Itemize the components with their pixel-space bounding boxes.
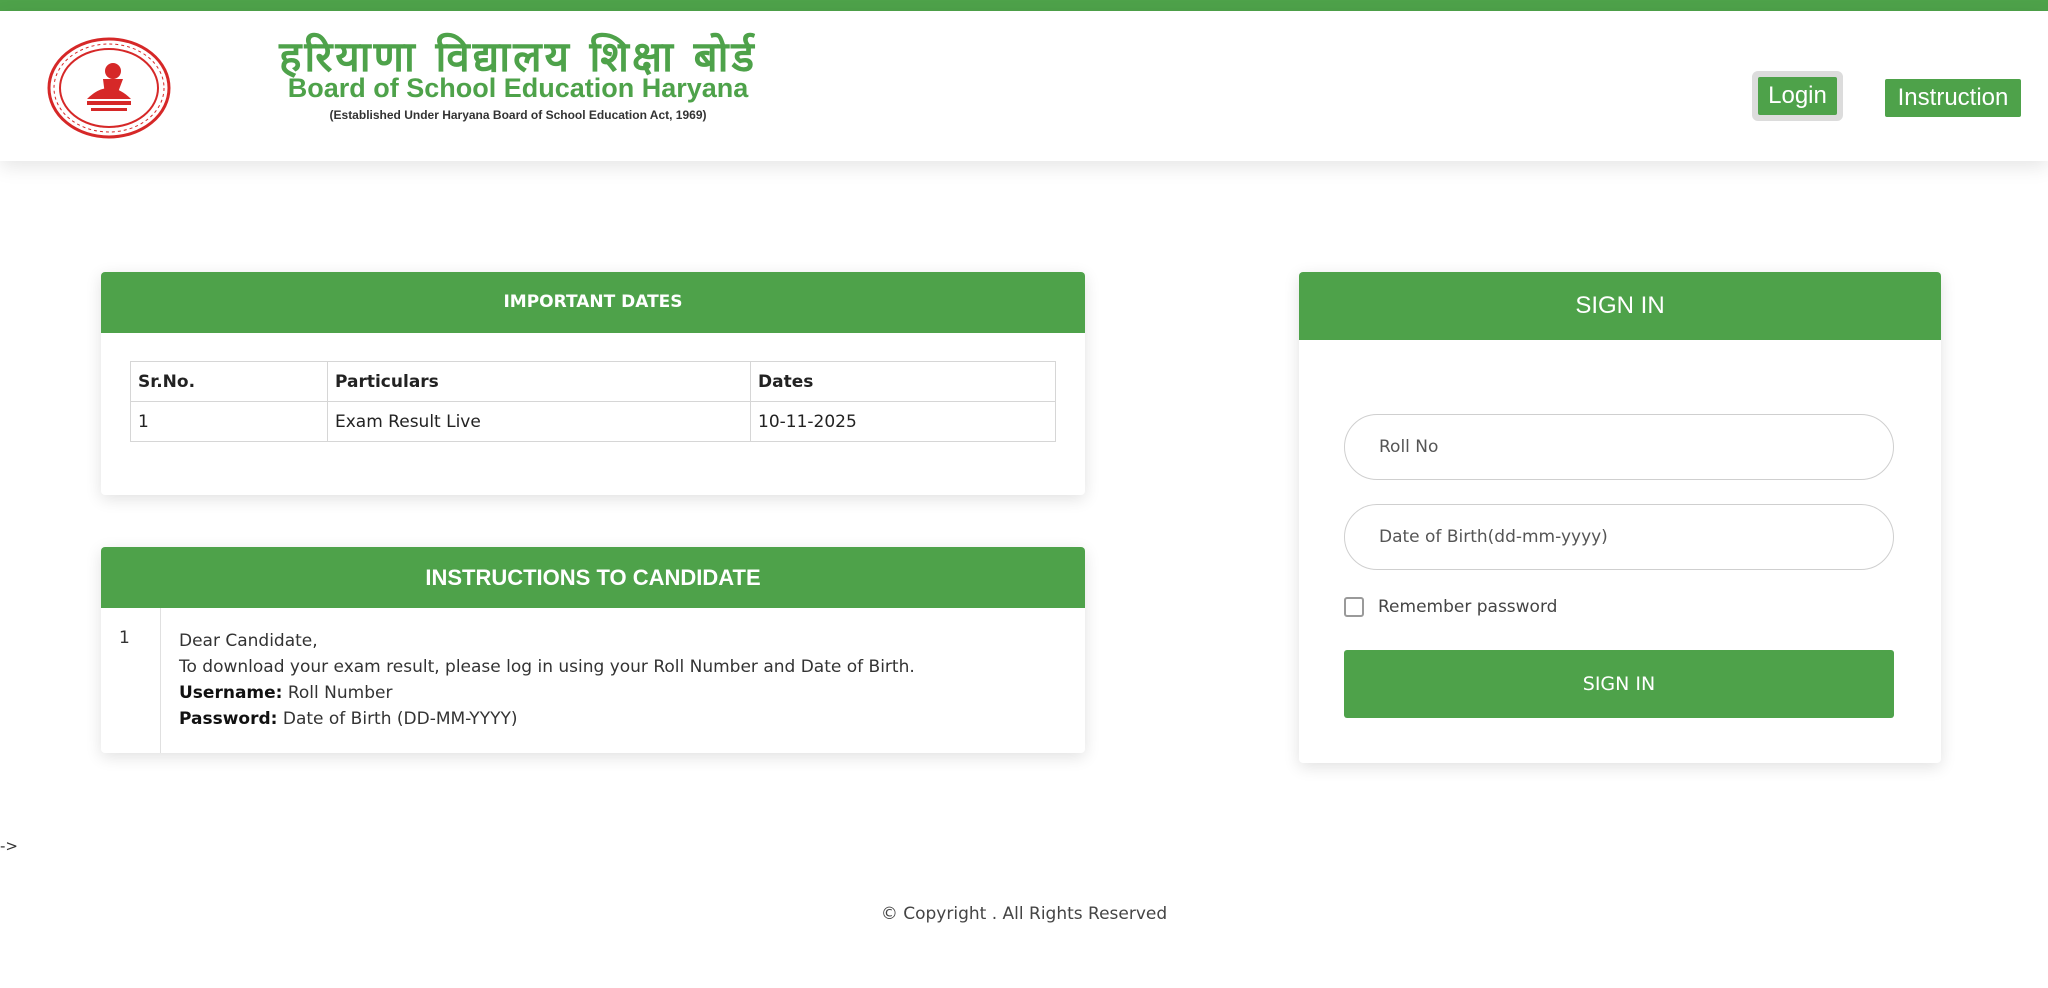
instruction-greeting: Dear Candidate, (179, 631, 318, 651)
instruction-button[interactable]: Instruction (1885, 79, 2021, 117)
instruction-text: Dear Candidate, To download your exam re… (179, 628, 915, 732)
dob-input[interactable] (1344, 504, 1894, 570)
password-label: Password: (179, 709, 278, 729)
column-header-srno: Sr.No. (130, 361, 328, 402)
instruction-number: 1 (101, 608, 161, 753)
roll-no-input[interactable] (1344, 414, 1894, 480)
table-header-row: Sr.No. Particulars Dates (130, 361, 1056, 402)
instruction-password: Password: Date of Birth (DD-MM-YYYY) (179, 706, 915, 732)
top-accent-bar (0, 0, 2048, 11)
remember-password-row: Remember password (1344, 597, 1557, 617)
table-row: 1 Exam Result Live 10-11-2025 (130, 401, 1056, 442)
login-button-focus-ring: Login (1752, 71, 1843, 121)
instruction-item: 1 Dear Candidate, To download your exam … (101, 608, 1085, 753)
important-dates-title: IMPORTANT DATES (101, 272, 1085, 333)
cell-srno: 1 (130, 401, 328, 442)
sign-in-card: SIGN IN Remember password SIGN IN (1299, 272, 1941, 763)
sign-in-button[interactable]: SIGN IN (1344, 650, 1894, 718)
username-label: Username: (179, 683, 283, 703)
board-established-note: (Established Under Haryana Board of Scho… (329, 108, 707, 122)
username-value: Roll Number (287, 683, 393, 703)
footer-copyright: © Copyright . All Rights Reserved (880, 904, 1168, 924)
login-button[interactable]: Login (1758, 77, 1837, 115)
password-value: Date of Birth (DD-MM-YYYY) (282, 709, 518, 729)
instruction-line: To download your exam result, please log… (179, 657, 915, 677)
column-header-particulars: Particulars (327, 361, 751, 402)
column-header-dates: Dates (750, 361, 1056, 402)
cell-particulars: Exam Result Live (327, 401, 751, 442)
remember-password-checkbox[interactable] (1344, 597, 1364, 617)
important-dates-table: Sr.No. Particulars Dates 1 Exam Result L… (130, 361, 1056, 442)
important-dates-card: IMPORTANT DATES Sr.No. Particulars Dates… (101, 272, 1085, 495)
instructions-card: INSTRUCTIONS TO CANDIDATE 1 Dear Candida… (101, 547, 1085, 753)
instructions-title: INSTRUCTIONS TO CANDIDATE (101, 547, 1085, 608)
cell-date: 10-11-2025 (750, 401, 1056, 442)
stray-text: -> (0, 837, 18, 855)
remember-password-label[interactable]: Remember password (1378, 597, 1557, 617)
site-header: हरियाणा विद्यालय शिक्षा बोर्ड Board of S… (0, 11, 2048, 161)
board-title-english: Board of School Education Haryana (287, 73, 749, 103)
board-seal-icon (47, 37, 171, 139)
instruction-username: Username: Roll Number (179, 680, 915, 706)
sign-in-title: SIGN IN (1299, 272, 1941, 340)
